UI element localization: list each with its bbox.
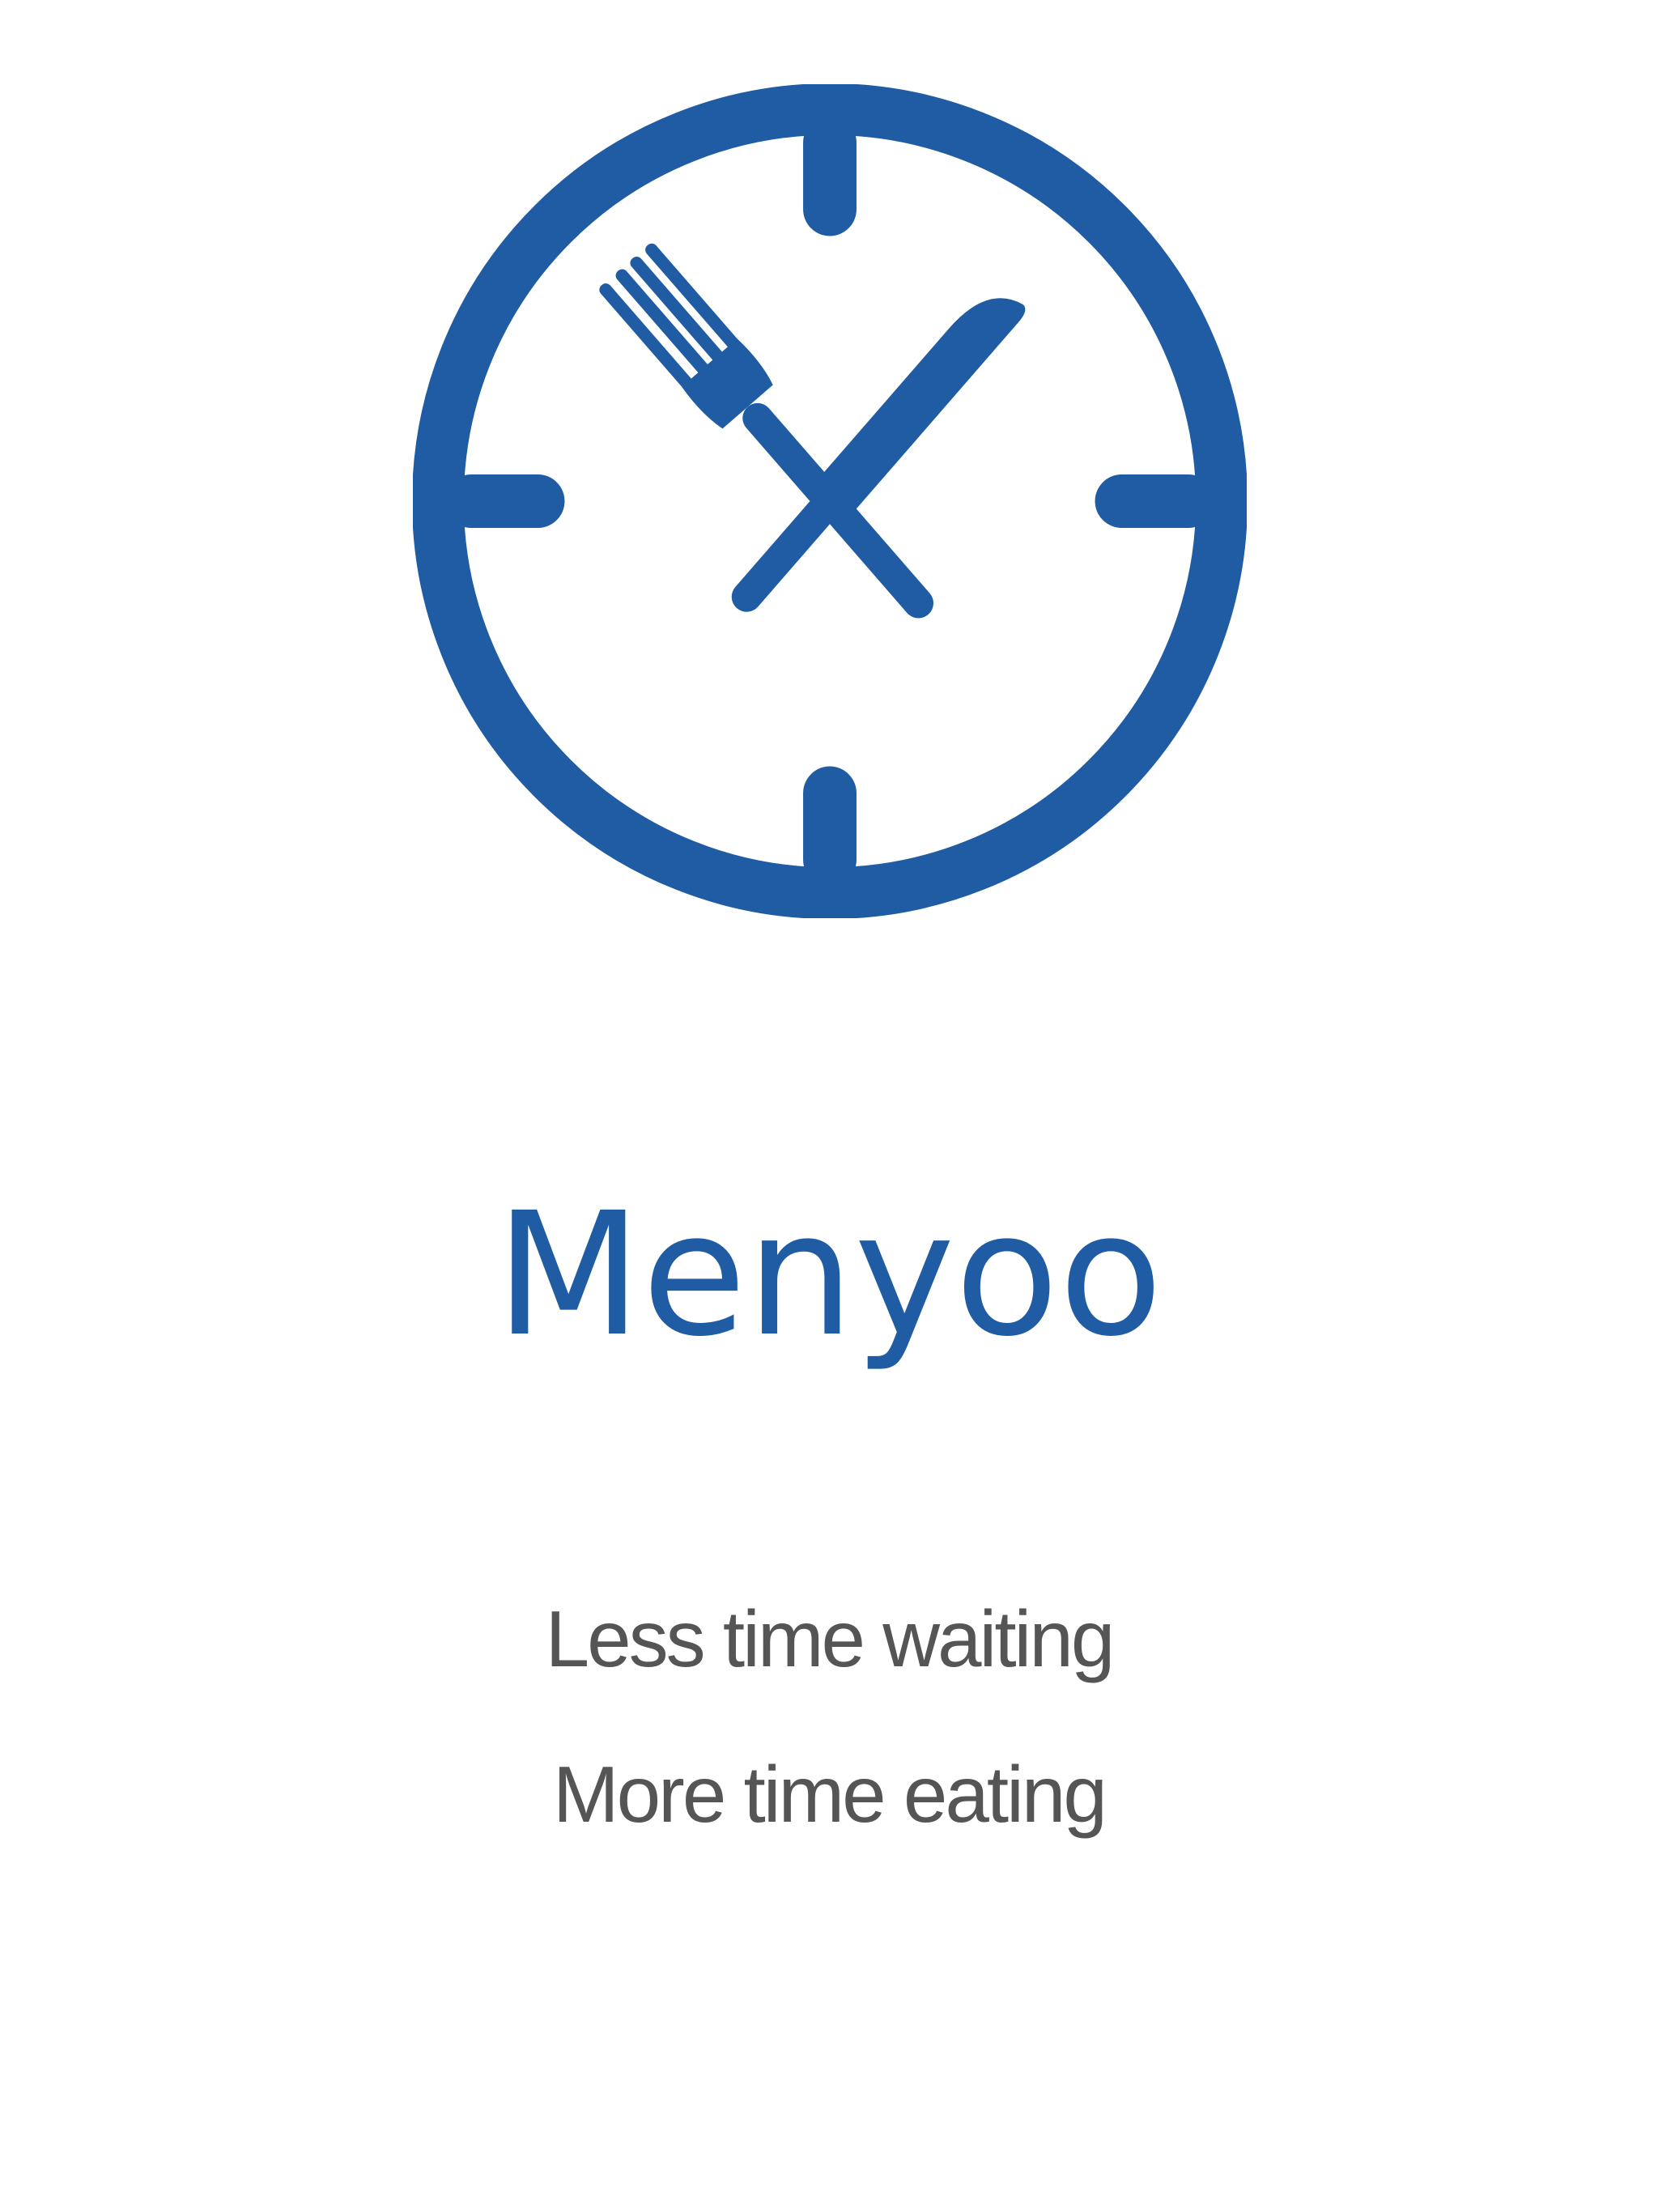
tagline-line-1: Less time waiting: [545, 1594, 1116, 1683]
clock-fork-knife-icon: [413, 84, 1247, 918]
splash-screen: Menyoo Less time waiting More time eatin…: [0, 0, 1658, 2212]
app-title: Menyoo: [495, 1176, 1163, 1374]
tagline-line-2: More time eating: [553, 1750, 1107, 1839]
